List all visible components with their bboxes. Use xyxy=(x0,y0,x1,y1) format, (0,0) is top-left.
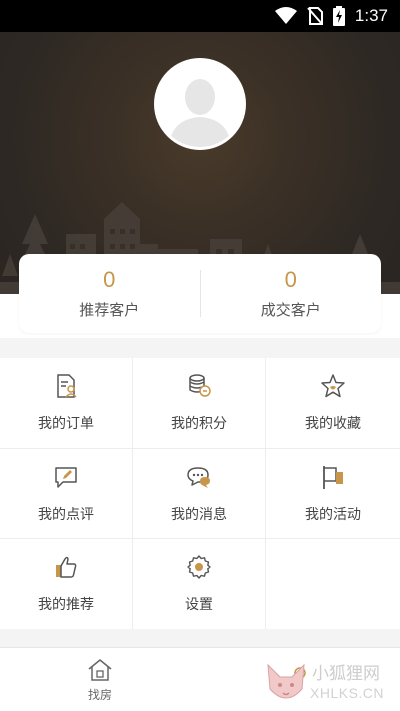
menu-item-activities[interactable]: 我的活动 xyxy=(266,449,400,539)
message-bubble-icon xyxy=(187,466,210,488)
order-document-icon xyxy=(57,374,77,398)
menu-item-favorites[interactable]: 我的收藏 xyxy=(266,358,400,449)
battery-charging-icon xyxy=(332,6,345,26)
pin-icon xyxy=(294,667,306,687)
thumbs-up-icon xyxy=(56,556,77,578)
menu-item-recommend[interactable]: 我的推荐 xyxy=(0,539,133,629)
wifi-icon xyxy=(274,7,297,25)
menu-item-label: 我的点评 xyxy=(38,506,94,523)
nav-label: 找房 xyxy=(87,687,112,702)
menu-item-label: 我的收藏 xyxy=(305,416,361,432)
nav-find-house[interactable]: 找房 xyxy=(0,648,200,711)
user-avatar[interactable] xyxy=(154,58,246,150)
coins-stack-icon xyxy=(189,374,211,397)
bottom-nav: 找房 xyxy=(0,647,400,711)
house-icon xyxy=(88,658,112,681)
nav-item-second[interactable] xyxy=(200,648,400,711)
stat-value: 0 xyxy=(284,267,297,292)
menu-item-label: 我的消息 xyxy=(171,506,227,523)
customer-stats-card: 0 推荐客户 0 成交客户 xyxy=(19,254,381,333)
star-icon xyxy=(321,374,345,398)
status-time: 1:37 xyxy=(354,6,388,25)
edit-comment-icon xyxy=(55,466,77,488)
stat-value: 0 xyxy=(103,267,116,292)
status-bar: 1:37 xyxy=(0,0,400,32)
menu-item-label: 我的积分 xyxy=(171,416,227,432)
stat-closed-customers[interactable]: 0 成交客户 xyxy=(201,254,382,333)
gear-icon xyxy=(187,555,211,579)
menu-item-messages[interactable]: 我的消息 xyxy=(133,449,266,539)
stat-label: 成交客户 xyxy=(260,301,321,319)
flag-icon xyxy=(323,465,343,489)
menu-item-label: 我的推荐 xyxy=(38,597,94,613)
stat-recommended-customers[interactable]: 0 推荐客户 xyxy=(19,254,200,333)
menu-item-settings[interactable]: 设置 xyxy=(133,539,266,629)
stat-label: 推荐客户 xyxy=(79,301,140,319)
menu-item-orders[interactable]: 我的订单 xyxy=(0,358,133,449)
menu-item-label: 设置 xyxy=(185,597,213,613)
menu-grid: 我的订单 我的积分 我的收藏 我的点评 我的消息 我的活动 我的推荐 设置 xyxy=(0,358,400,629)
menu-item-reviews[interactable]: 我的点评 xyxy=(0,449,133,539)
default-user-avatar-icon xyxy=(157,61,243,147)
menu-empty-cell xyxy=(266,539,400,629)
no-sim-icon xyxy=(307,7,323,25)
menu-item-label: 我的活动 xyxy=(305,506,361,523)
menu-item-label: 我的订单 xyxy=(38,416,94,432)
menu-item-points[interactable]: 我的积分 xyxy=(133,358,266,449)
